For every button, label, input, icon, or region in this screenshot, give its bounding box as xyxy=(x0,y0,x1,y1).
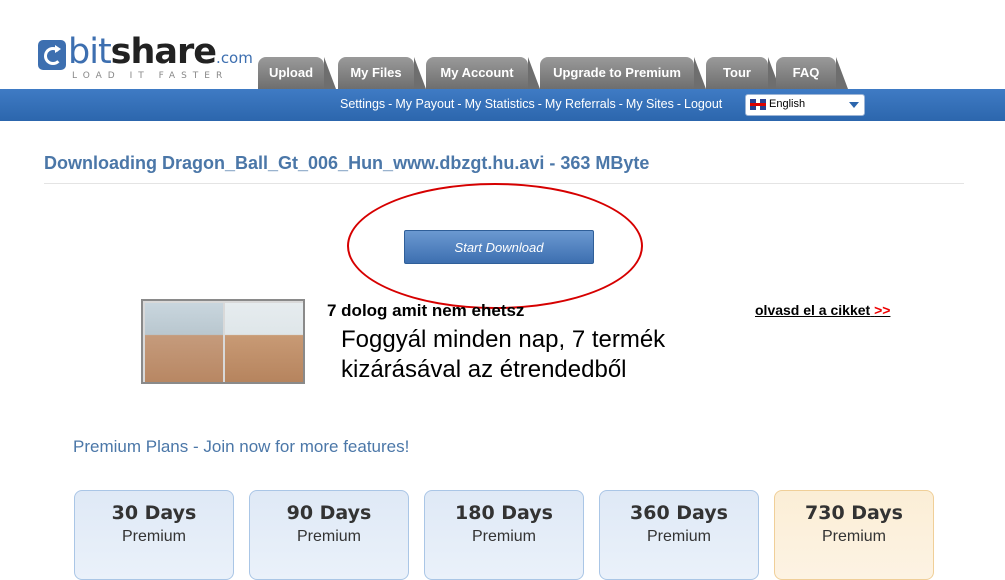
my-sites-link[interactable]: My Sites xyxy=(626,97,674,111)
my-statistics-link[interactable]: My Statistics xyxy=(465,97,535,111)
double-arrow-icon: >> xyxy=(874,302,891,318)
ad-body-text[interactable]: Foggyál minden nap, 7 termék kizárásával… xyxy=(341,325,721,385)
plan-days-label: 30 Days xyxy=(111,502,197,524)
tab-upload[interactable]: Upload xyxy=(258,57,336,89)
account-sublinks: Settings - My Payout - My Statistics - My Refe… xyxy=(340,97,723,111)
language-select[interactable]: English xyxy=(745,94,865,116)
plan-type-label: Premium xyxy=(471,528,536,545)
tab-my-account[interactable]: My Account xyxy=(426,57,540,89)
settings-link[interactable]: Settings xyxy=(340,97,385,111)
ad-read-more-link[interactable]: olvasd el a cikket >> xyxy=(755,301,890,320)
plan-type-label: Premium xyxy=(296,528,361,545)
chevron-down-icon xyxy=(849,102,859,108)
tab-tour[interactable]: Tour xyxy=(706,57,780,89)
tab-my-files[interactable]: My Files xyxy=(338,57,426,89)
plan-days-label: 730 Days xyxy=(805,502,903,524)
logout-link[interactable]: Logout xyxy=(684,97,722,111)
plan-type-label: Premium xyxy=(121,528,186,545)
logo-wordmark: bitshare.com xyxy=(68,32,253,72)
my-referrals-link[interactable]: My Referrals xyxy=(545,97,616,111)
logo-tagline: LOAD IT FASTER xyxy=(72,71,229,81)
plan-type-label: Premium xyxy=(646,528,711,545)
ad-heading[interactable]: 7 dolog amit nem ehetsz xyxy=(327,301,524,321)
tab-upgrade-to-premium[interactable]: Upgrade to Premium xyxy=(540,57,706,89)
tab-faq[interactable]: FAQ xyxy=(776,57,848,89)
account-subnav-bar: Settings - My Payout - My Statistics - My Refe… xyxy=(0,89,1005,121)
plan-days-label: 360 Days xyxy=(630,502,728,524)
refresh-logo-icon xyxy=(38,40,66,70)
uk-flag-icon xyxy=(750,99,766,110)
ad-image[interactable] xyxy=(141,299,305,384)
bitshare-logo[interactable]: bitshare.com LOAD IT FASTER xyxy=(38,32,253,86)
language-selected-label: English xyxy=(769,98,806,110)
my-payout-link[interactable]: My Payout xyxy=(395,97,454,111)
download-file-title: Downloading Dragon_Ball_Gt_006_Hun_www.d… xyxy=(44,153,650,173)
premium-plans-title: Premium Plans - Join now for more featur… xyxy=(73,437,410,456)
plan-days-label: 180 Days xyxy=(455,502,553,524)
start-download-button[interactable]: Start Download xyxy=(404,230,594,264)
title-divider xyxy=(44,183,964,184)
plan-days-label: 90 Days xyxy=(286,502,372,524)
plan-type-label: Premium xyxy=(821,528,886,545)
